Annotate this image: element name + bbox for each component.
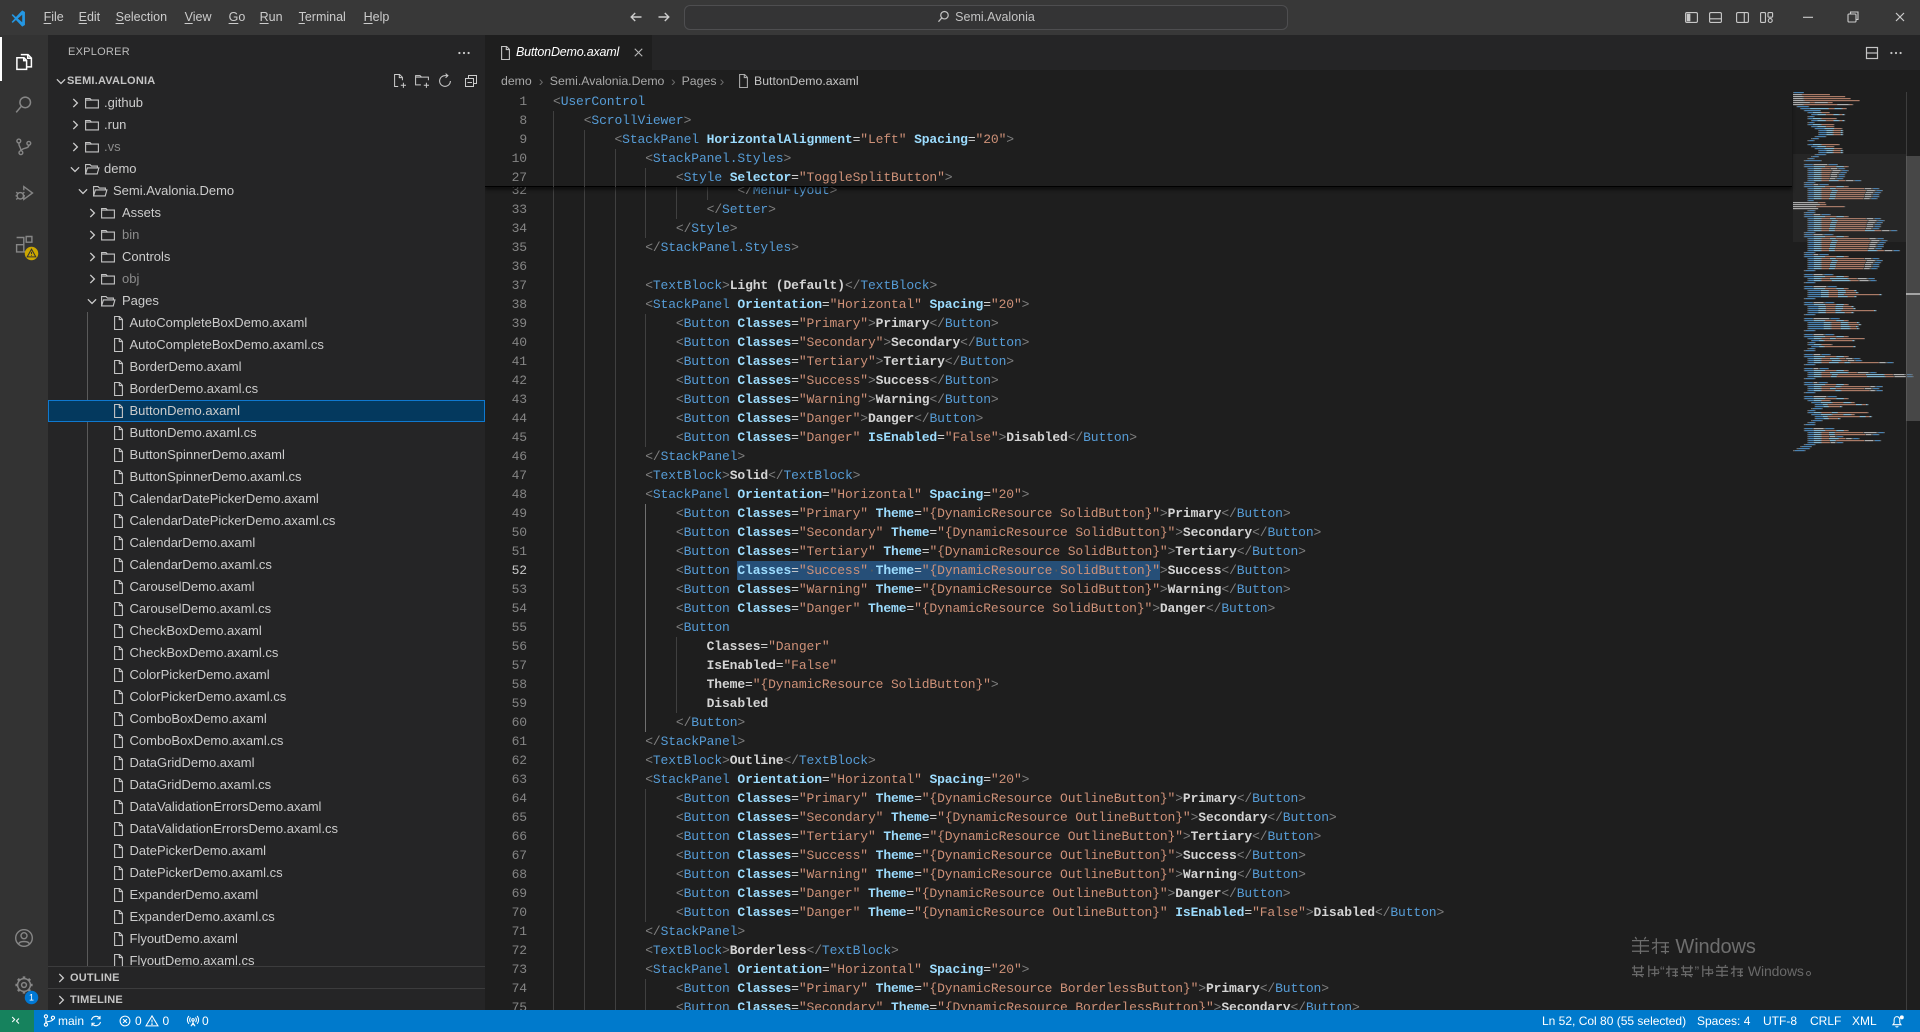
svg-text:1: 1 — [29, 993, 34, 1003]
